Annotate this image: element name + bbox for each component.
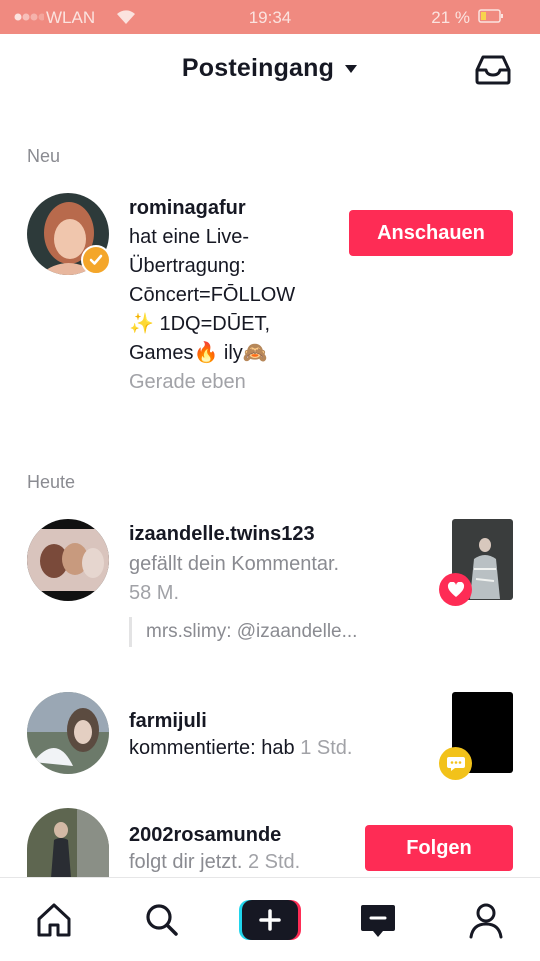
avatar[interactable] (27, 692, 109, 774)
quoted-comment[interactable]: mrs.slimy: @izaandelle... (129, 617, 357, 647)
battery-percent: 21 % (431, 8, 470, 27)
message-line: Games🔥 ily🙈 (129, 342, 268, 364)
message-line: ✨ 1DQ=DŪET, (129, 313, 271, 335)
message-text: folgt dir jetzt. (129, 851, 243, 873)
caret-down-icon (345, 65, 358, 74)
username[interactable]: rominagafur (129, 197, 246, 220)
battery-icon (478, 9, 503, 23)
timestamp: Gerade eben (129, 371, 246, 393)
message-text: kommentierte: hab (129, 737, 295, 759)
inbox-message-icon[interactable] (358, 900, 398, 940)
message-line: Cōncert=FŌLLOW (129, 284, 296, 306)
comment-icon (439, 747, 472, 780)
follow-back-button[interactable]: Folgen (365, 825, 513, 871)
home-icon[interactable] (34, 900, 74, 940)
watch-live-button[interactable]: Anschauen (349, 210, 513, 256)
timestamp: 1 Std. (300, 737, 353, 759)
username[interactable]: izaandelle.twins123 (129, 523, 315, 546)
message-text: gefällt dein Kommentar. (129, 553, 340, 575)
bottom-navigation (0, 877, 540, 961)
page-title: Posteingang (181, 54, 335, 82)
message-line: Übertragung: (129, 255, 246, 277)
timestamp: 2 Std. (247, 851, 301, 873)
create-plus-icon[interactable] (239, 900, 301, 940)
username[interactable]: 2002rosamunde (129, 824, 281, 847)
avatar-image (27, 692, 109, 774)
inbox-title-dropdown[interactable]: Posteingang (0, 54, 540, 83)
username[interactable]: farmijuli (129, 710, 207, 733)
verified-badge-icon (81, 245, 111, 275)
avatar-image (27, 519, 109, 601)
notification-message: hat eine Live- Übertragung: Cōncert=FŌLL… (129, 223, 295, 397)
avatar[interactable] (27, 519, 109, 601)
inbox-tray-icon[interactable] (474, 54, 512, 86)
profile-icon[interactable] (466, 900, 506, 940)
status-bar: WLAN 19:34 21 % (0, 0, 540, 34)
notification-message: folgt dir jetzt. 2 Std. (129, 848, 300, 877)
heart-icon (439, 573, 472, 606)
inbox-header: Posteingang (0, 34, 540, 106)
avatar[interactable] (27, 808, 109, 878)
avatar-image (27, 808, 109, 878)
search-icon[interactable] (142, 900, 182, 940)
section-label-today: Heute (27, 472, 76, 492)
section-label-new: Neu (27, 146, 61, 166)
timestamp: 58 M. (129, 582, 180, 604)
message-line: hat eine Live- (129, 226, 250, 248)
notification-message: gefällt dein Kommentar. 58 M. (129, 550, 339, 608)
notification-message: kommentierte: hab 1 Std. (129, 734, 352, 763)
